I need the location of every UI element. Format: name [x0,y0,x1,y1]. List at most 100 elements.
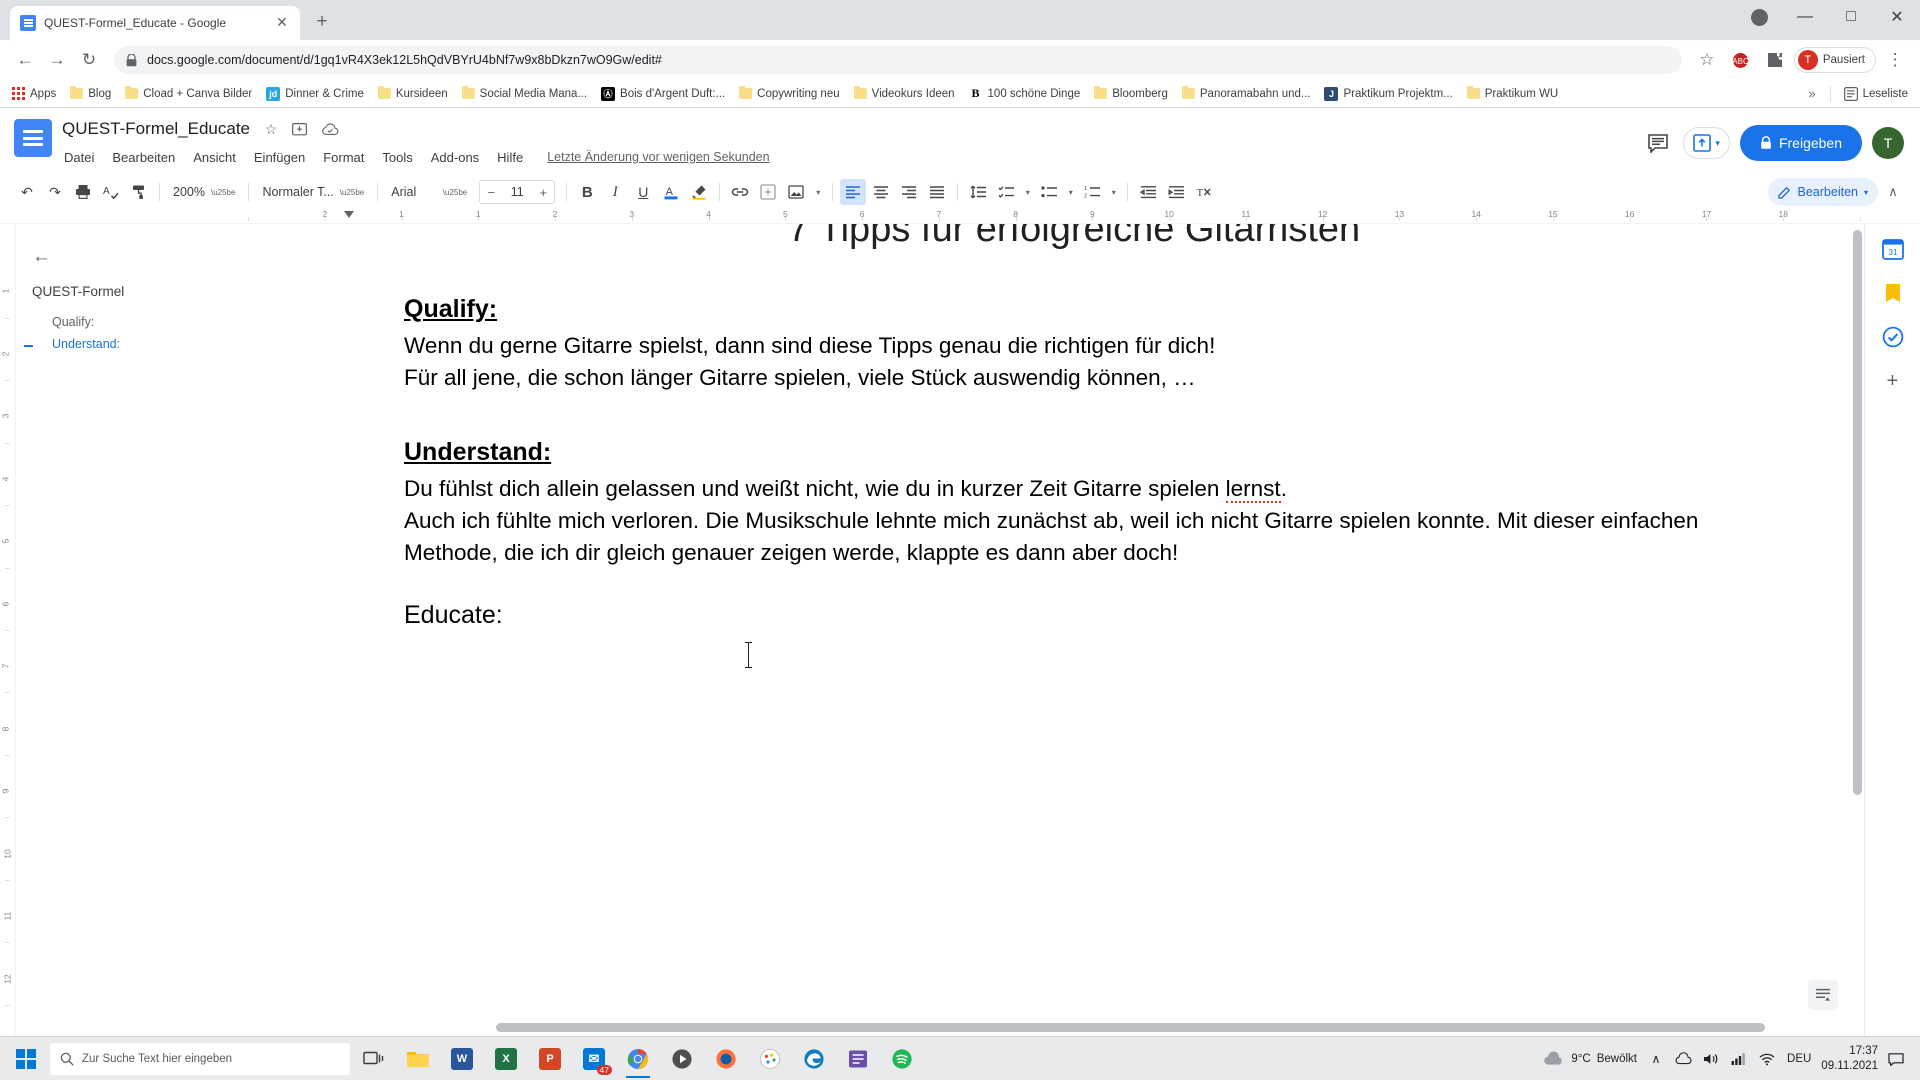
paragraph[interactable]: Für all jene, die schon länger Gitarre s… [404,362,1744,394]
taskbar-search-input[interactable]: Zur Suche Text hier eingeben [50,1042,350,1075]
close-window-button[interactable]: ✕ [1874,0,1920,34]
menu-ansicht[interactable]: Ansicht [191,148,238,167]
add-on-icon[interactable]: + [1878,366,1908,396]
bookmark-apps[interactable]: Apps [6,84,62,103]
paragraph[interactable]: Auch ich fühlte mich verloren. Die Musik… [404,505,1744,569]
taskbar-app-paint[interactable] [750,1040,790,1078]
font-size-value[interactable]: 11 [502,185,532,199]
windows-start-icon[interactable] [6,1048,46,1069]
chevron-down-icon[interactable]: ▾ [1715,138,1720,149]
highlight-icon[interactable] [686,179,712,205]
chevron-down-icon[interactable]: ▾ [811,179,825,205]
bookmark-dinner-crime[interactable]: jd Dinner & Crime [260,84,370,104]
weather-widget[interactable]: 9°C Bewölkt [1543,1050,1637,1067]
menu-einfuegen[interactable]: Einfügen [252,148,307,167]
taskbar-app-media-player[interactable] [662,1040,702,1078]
minimize-button[interactable]: — [1782,0,1828,34]
clock[interactable]: 17:37 09.11.2021 [1821,1044,1878,1073]
document-title[interactable]: QUEST-Formel_Educate [62,119,250,139]
taskbar-app-firefox[interactable] [706,1040,746,1078]
increase-indent-icon[interactable] [1163,179,1189,205]
font-size-increase[interactable]: + [532,185,554,200]
outline-item-understand[interactable]: Understand: [24,333,232,355]
google-keep-icon[interactable] [1878,278,1908,308]
wifi-icon[interactable] [1759,1052,1777,1066]
clear-formatting-icon[interactable]: T [1191,179,1217,205]
bookmark-cload-canva-bilder[interactable]: Cload + Canva Bilder [119,85,258,103]
align-justify-icon[interactable] [924,179,950,205]
google-tasks-icon[interactable] [1878,322,1908,352]
volume-icon[interactable] [1703,1052,1721,1066]
font-size-decrease[interactable]: − [480,185,502,200]
horizontal-scrollbar[interactable] [496,1023,1804,1032]
maximize-button[interactable]: □ [1828,0,1874,34]
editing-mode-button[interactable]: Bearbeiten ▾ [1767,178,1878,206]
zoom-select[interactable]: 200% \u25be [167,179,241,205]
spellcheck-icon[interactable]: A [98,179,124,205]
left-margin-marker[interactable] [343,211,354,218]
add-comment-icon[interactable] [755,179,781,205]
outline-title[interactable]: QUEST-Formel [32,284,232,299]
bookmark-blog[interactable]: Blog [64,85,117,103]
back-icon[interactable]: ← [10,45,40,75]
section-heading-qualify[interactable]: Qualify: [404,295,1744,324]
forward-icon[interactable]: → [42,45,72,75]
network-icon[interactable] [1731,1052,1749,1066]
share-button[interactable]: Freigeben [1739,125,1862,161]
numbered-list-icon[interactable]: 12 [1079,179,1105,205]
extension-icon[interactable]: ABC [1726,45,1756,75]
document-page-area[interactable]: 7 Tipps für erfolgreiche Gitarristen Qua… [248,224,1864,1036]
taskbar-app-chrome[interactable] [618,1040,658,1078]
document-heading[interactable]: 7 Tipps für erfolgreiche Gitarristen [404,224,1744,251]
font-family-select[interactable]: Arial \u25be [385,179,473,205]
bookmark-praktikum-wu[interactable]: Praktikum WU [1461,85,1564,103]
explore-icon[interactable] [1808,980,1838,1010]
browser-tab[interactable]: QUEST-Formel_Educate - Google ✕ [10,6,300,40]
bookmark-social-media-mana[interactable]: Social Media Mana... [456,85,593,103]
task-view-icon[interactable] [354,1040,394,1078]
move-to-folder-icon[interactable] [292,122,310,136]
google-docs-logo[interactable] [14,119,52,157]
undo-icon[interactable]: ↶ [14,179,40,205]
section-heading-understand[interactable]: Understand: [404,438,1744,467]
font-size-stepper[interactable]: − 11 + [479,180,556,204]
profile-chip[interactable]: T Pausiert [1793,47,1876,73]
menu-datei[interactable]: Datei [62,148,96,167]
reading-list-button[interactable]: Leseliste [1838,84,1914,104]
align-left-icon[interactable] [840,179,867,205]
bookmark-star-icon[interactable]: ☆ [1692,45,1722,75]
document-page[interactable]: 7 Tipps für erfolgreiche Gitarristen Qua… [248,224,1864,1036]
present-button[interactable]: ▾ [1683,127,1730,159]
avatar[interactable]: T [1872,127,1904,159]
bookmark-bloomberg[interactable]: Bloomberg [1088,85,1174,103]
align-center-icon[interactable] [868,179,894,205]
link-icon[interactable] [727,179,753,205]
browser-menu-icon[interactable]: ⋮ [1880,45,1910,75]
menu-format[interactable]: Format [321,148,366,167]
taskbar-app-notes[interactable] [838,1040,878,1078]
address-bar[interactable]: docs.google.com/document/d/1gq1vR4X3ek12… [114,46,1682,74]
taskbar-app-file-explorer[interactable] [398,1040,438,1078]
line-spacing-icon[interactable] [965,179,991,205]
comment-history-icon[interactable] [1643,128,1673,158]
close-icon[interactable]: ✕ [274,15,290,31]
menu-bearbeiten[interactable]: Bearbeiten [110,148,177,167]
misspelled-word[interactable]: lernst [1225,475,1281,503]
paint-format-icon[interactable] [126,179,152,205]
chevron-down-icon[interactable]: ▾ [1107,179,1120,205]
last-edit-status[interactable]: Letzte Änderung vor wenigen Sekunden [547,150,769,164]
bulleted-list-icon[interactable] [1036,179,1062,205]
bookmark-panoramabahn-und[interactable]: Panoramabahn und... [1176,85,1317,103]
section-heading-educate[interactable]: Educate: [404,601,1744,630]
menu-add-ons[interactable]: Add-ons [429,148,481,167]
bookmark-videokurs-ideen[interactable]: Videokurs Ideen [848,85,961,103]
extension-dot-icon[interactable] [1736,0,1782,34]
close-outline-icon[interactable]: ← [32,246,56,268]
paragraph[interactable]: Du fühlst dich allein gelassen und weißt… [404,473,1744,505]
language-indicator[interactable]: DEU [1787,1053,1811,1065]
print-icon[interactable] [70,179,96,205]
vertical-ruler[interactable]: 1 2 3 4 5 6 7 8 9 10 11 12 [0,224,16,1036]
bookmark-kursideen[interactable]: Kursideen [372,85,454,103]
reload-icon[interactable]: ↻ [74,45,104,75]
cloud-saved-icon[interactable] [322,122,340,136]
